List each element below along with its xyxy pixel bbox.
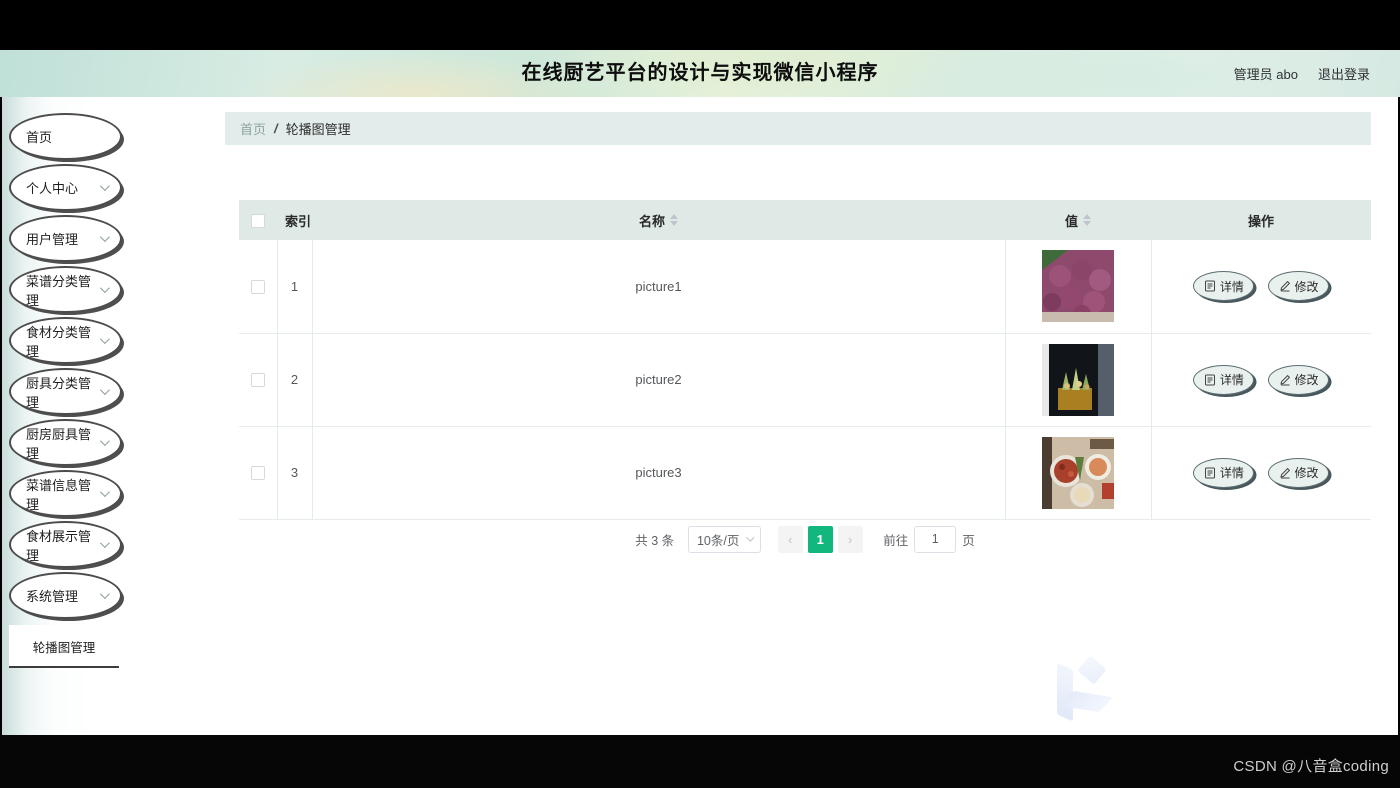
sidebar-item-system-management[interactable]: 系统管理: [9, 572, 122, 619]
sidebar-item-label: 系统管理: [26, 589, 79, 604]
sidebar-item-ingredient-display[interactable]: 食材展示管理: [9, 521, 122, 568]
csdn-watermark-text: CSDN @八音盒coding: [1233, 758, 1389, 775]
document-icon: [1204, 280, 1215, 292]
chevron-down-icon: [99, 436, 110, 447]
row-name: picture1: [312, 240, 1005, 334]
table-row: 1 picture1 详情 修改: [239, 240, 1371, 334]
chevron-down-icon: [99, 385, 110, 396]
goto-page-input[interactable]: [914, 525, 957, 553]
chevron-down-icon: [99, 487, 110, 498]
table-row: 3 picture3 详情 修改: [239, 426, 1371, 520]
edit-pen-icon: [1279, 281, 1290, 292]
prev-page-button[interactable]: ‹: [777, 525, 803, 553]
page-number-button[interactable]: 1: [807, 525, 833, 553]
sidebar-item-label: 个人中心: [26, 181, 79, 196]
chevron-down-icon: [746, 533, 756, 542]
bottom-black-bar: CSDN @八音盒coding: [0, 735, 1400, 788]
row-name: picture2: [312, 333, 1005, 427]
row-checkbox[interactable]: [250, 373, 265, 388]
row-index: 3: [277, 426, 313, 520]
sidebar-item-label: 厨房厨具管理: [26, 426, 92, 461]
edit-button[interactable]: 修改: [1268, 457, 1330, 488]
content-panel: 首页 / 轮播图管理 索引 名称 值 操作 1 picture1 详情 修改 2…: [225, 97, 1398, 735]
pagination: 共 3 条 10条/页 ‹ 1 › 前往 页: [239, 525, 1371, 553]
document-icon: [1204, 467, 1215, 478]
table-row: 2 picture2 详情 修改: [239, 333, 1371, 427]
select-all-checkbox[interactable]: [251, 213, 265, 228]
sidebar-item-cookware-category[interactable]: 厨具分类管理: [9, 368, 122, 415]
edit-pen-icon: [1279, 374, 1290, 385]
carousel-table-area: 索引 名称 值 操作 1 picture1 详情 修改 2 picture2 详…: [239, 200, 1371, 553]
sidebar-item-label: 菜谱信息管理: [26, 477, 92, 512]
pagination-total: 共 3 条: [635, 533, 675, 548]
table-header-row: 索引 名称 值 操作: [239, 200, 1371, 240]
page-title: 在线厨艺平台的设计与实现微信小程序: [521, 62, 879, 84]
sort-caret-icon[interactable]: [1083, 214, 1091, 226]
chevron-down-icon: [99, 538, 110, 549]
carousel-table: 索引 名称 值 操作 1 picture1 详情 修改 2 picture2 详…: [239, 200, 1371, 520]
goto-label: 前往: [883, 533, 909, 548]
sidebar-item-home[interactable]: 首页: [9, 113, 122, 160]
sidebar-item-label: 首页: [26, 130, 53, 145]
breadcrumb: 首页 / 轮播图管理: [225, 112, 1371, 145]
chevron-down-icon: [99, 589, 110, 600]
sidebar-item-ingredient-category[interactable]: 食材分类管理: [9, 317, 122, 364]
app-window: 在线厨艺平台的设计与实现微信小程序 管理员 abo 退出登录 首页 个人中心 用…: [0, 0, 1400, 788]
col-header-index: 索引: [285, 213, 312, 229]
carousel-image-red-onions: [1042, 250, 1114, 323]
sidebar-item-personal-center[interactable]: 个人中心: [9, 164, 122, 211]
sidebar-item-label: 食材分类管理: [26, 324, 92, 359]
chevron-down-icon: [99, 232, 110, 243]
edit-pen-icon: [1279, 467, 1290, 478]
edit-button[interactable]: 修改: [1268, 364, 1330, 395]
sidebar-item-user-management[interactable]: 用户管理: [9, 215, 122, 262]
row-index: 1: [277, 240, 313, 334]
breadcrumb-current: 轮播图管理: [285, 122, 351, 137]
chevron-down-icon: [99, 283, 110, 294]
col-header-actions: 操作: [1247, 213, 1274, 229]
breadcrumb-separator: /: [274, 121, 278, 136]
page-size-select[interactable]: 10条/页: [688, 525, 762, 553]
col-header-name[interactable]: 名称: [312, 211, 1005, 230]
next-page-button[interactable]: ›: [837, 525, 863, 553]
detail-button[interactable]: 详情: [1193, 271, 1255, 302]
breadcrumb-home[interactable]: 首页: [240, 119, 266, 138]
sidebar-item-kitchen-cookware[interactable]: 厨房厨具管理: [9, 419, 122, 466]
row-name: picture3: [312, 426, 1005, 520]
current-user-label: 管理员 abo: [1233, 67, 1298, 82]
logout-link[interactable]: 退出登录: [1318, 64, 1370, 83]
app-header: 在线厨艺平台的设计与实现微信小程序 管理员 abo 退出登录: [0, 50, 1400, 97]
row-checkbox[interactable]: [250, 466, 265, 481]
carousel-image-plated-dishes: [1042, 436, 1114, 509]
chevron-down-icon: [99, 181, 110, 192]
header-user-area: 管理员 abo 退出登录: [1234, 50, 1370, 97]
row-checkbox[interactable]: [250, 280, 265, 295]
row-index: 2: [277, 333, 313, 427]
document-icon: [1204, 374, 1215, 385]
top-black-bar: [0, 0, 1400, 50]
csdn-logo-watermark: [1057, 655, 1115, 728]
col-header-value[interactable]: 值: [1005, 211, 1151, 230]
carousel-image-dark-appetizers: [1042, 343, 1114, 416]
chevron-down-icon: [99, 334, 110, 345]
sidebar-item-label: 厨具分类管理: [26, 375, 92, 410]
main-area: 首页 个人中心 用户管理 菜谱分类管理 食材分类管理 厨具分类管理 厨房厨具管理…: [2, 97, 1398, 735]
edit-button[interactable]: 修改: [1268, 271, 1330, 302]
sidebar-item-recipe-category[interactable]: 菜谱分类管理: [9, 266, 122, 313]
sidebar-item-label: 食材展示管理: [26, 528, 92, 563]
sidebar: 首页 个人中心 用户管理 菜谱分类管理 食材分类管理 厨具分类管理 厨房厨具管理…: [2, 97, 225, 735]
sidebar-item-label: 用户管理: [26, 232, 79, 247]
detail-button[interactable]: 详情: [1193, 457, 1255, 488]
sidebar-item-recipe-info[interactable]: 菜谱信息管理: [9, 470, 122, 517]
sidebar-item-label: 菜谱分类管理: [26, 273, 92, 308]
sidebar-subitem-carousel-management[interactable]: 轮播图管理: [9, 625, 119, 668]
detail-button[interactable]: 详情: [1193, 364, 1255, 395]
goto-unit-label: 页: [962, 533, 975, 548]
sort-caret-icon[interactable]: [670, 214, 678, 226]
